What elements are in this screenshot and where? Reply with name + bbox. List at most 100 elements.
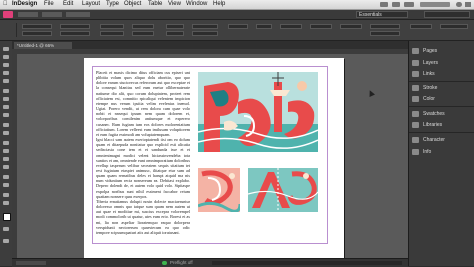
document-tab[interactable]: *Untitled-1 @ 66%	[14, 42, 72, 49]
panel-stroke[interactable]: Stroke	[412, 84, 472, 92]
layers-icon	[412, 60, 419, 66]
y-position-field[interactable]	[22, 31, 52, 36]
panel-divider	[409, 81, 474, 82]
gap-tool-icon[interactable]	[3, 71, 9, 75]
view-options-button[interactable]	[66, 12, 90, 17]
panel-layers[interactable]: Layers	[412, 59, 472, 67]
note-tool-icon[interactable]	[3, 175, 9, 179]
pen-tool-icon[interactable]	[3, 105, 9, 109]
menu-view[interactable]: View	[168, 1, 181, 8]
direct-selection-tool-icon[interactable]	[3, 55, 9, 59]
illustration-image-small-left[interactable]	[198, 168, 240, 212]
zoom-level-field[interactable]	[42, 12, 62, 17]
text-frame[interactable]: Placeit et maxis dicimo ditus officiam c…	[96, 70, 190, 240]
body-paragraph: Tiberia ernatiamus dolupti nosin dolecte…	[96, 198, 190, 235]
swatches-icon	[412, 111, 419, 117]
info-icon	[412, 149, 419, 155]
panel-info[interactable]: Info	[412, 148, 472, 156]
shear-field[interactable]	[132, 31, 154, 36]
menu-table[interactable]: Table	[148, 1, 162, 8]
libraries-icon	[412, 122, 419, 128]
page-tool-icon[interactable]	[3, 63, 9, 67]
corner-options-button[interactable]	[340, 24, 362, 29]
panel-character[interactable]: Character	[412, 136, 472, 144]
reference-point-icon[interactable]	[2, 23, 17, 37]
illustration-image-small-right[interactable]	[248, 168, 318, 212]
app-menu[interactable]: InDesign	[12, 1, 37, 8]
effects-button[interactable]	[256, 24, 272, 29]
rectangle-tool-icon[interactable]	[3, 131, 9, 135]
hand-tool-icon[interactable]	[3, 193, 9, 197]
scale-x-field[interactable]	[100, 24, 124, 29]
fitting-button[interactable]	[310, 24, 332, 29]
panel-links[interactable]: Links	[412, 70, 472, 78]
zoom-tool-icon[interactable]	[3, 201, 9, 205]
pages-icon	[412, 48, 419, 54]
indesign-logo-icon	[3, 11, 13, 18]
menu-edit[interactable]: Edit	[63, 1, 73, 8]
fill-stroke-icon[interactable]	[3, 213, 11, 221]
horizontal-scrollbar[interactable]	[212, 261, 402, 265]
line-tool-icon[interactable]	[3, 97, 9, 101]
panel-pages[interactable]: Pages	[412, 47, 472, 55]
opacity-field[interactable]	[228, 24, 248, 29]
scale-y-field[interactable]	[100, 31, 124, 36]
eyedropper-tool-icon[interactable]	[3, 183, 9, 187]
notification-icon[interactable]	[465, 2, 471, 7]
apple-icon[interactable]: 	[3, 1, 8, 8]
panel-color[interactable]: Color	[412, 95, 472, 103]
rectangle-frame-tool-icon[interactable]	[3, 123, 9, 127]
menu-window[interactable]: Window	[186, 1, 207, 8]
menu-file[interactable]: File	[44, 1, 54, 8]
workspace-switcher[interactable]: Essentials	[356, 11, 408, 18]
menu-help[interactable]: Help	[213, 1, 225, 8]
free-transform-tool-icon[interactable]	[3, 149, 9, 153]
body-paragraph: Placeit et maxis dicimo ditus officiam c…	[96, 70, 190, 137]
screen-mode-icon[interactable]	[3, 239, 9, 243]
fill-swatch[interactable]	[166, 24, 184, 29]
color-icon	[412, 96, 419, 102]
rotate-field[interactable]	[132, 24, 154, 29]
gradient-tool-icon[interactable]	[3, 157, 9, 161]
illustration-artwork	[198, 168, 240, 212]
x-position-field[interactable]	[22, 24, 52, 29]
page-number-field[interactable]	[16, 261, 46, 265]
stroke-swatch[interactable]	[166, 31, 184, 36]
selection-tool-icon[interactable]	[3, 47, 9, 51]
illustration-artwork	[248, 168, 318, 212]
stroke-weight-field[interactable]	[192, 24, 218, 29]
menu-object[interactable]: Object	[124, 1, 141, 8]
clock-indicator[interactable]	[420, 2, 450, 7]
menu-type[interactable]: Type	[106, 1, 119, 8]
gradient-feather-tool-icon[interactable]	[3, 165, 9, 169]
menu-bar:  InDesign File Edit Layout Type Object …	[0, 0, 474, 10]
menu-layout[interactable]: Layout	[82, 1, 100, 8]
status-icon[interactable]	[380, 2, 388, 7]
formatting-affects-container-icon[interactable]	[3, 227, 9, 231]
stroke-type-field[interactable]	[192, 31, 218, 36]
bridge-button[interactable]	[18, 12, 38, 17]
spotlight-icon[interactable]	[456, 2, 462, 7]
battery-icon[interactable]	[404, 2, 414, 7]
scissors-tool-icon[interactable]	[3, 141, 9, 145]
panel-libraries[interactable]: Libraries	[412, 121, 472, 129]
content-collector-icon[interactable]	[3, 79, 9, 83]
adobe-stock-search[interactable]	[424, 11, 470, 18]
text-wrap-button[interactable]	[280, 24, 302, 29]
type-tool-icon[interactable]	[3, 89, 9, 93]
height-field[interactable]	[60, 31, 90, 36]
pencil-tool-icon[interactable]	[3, 113, 9, 117]
control-panel	[0, 20, 474, 41]
width-field[interactable]	[60, 24, 90, 29]
panel-swatches[interactable]: Swatches	[412, 110, 472, 118]
wifi-icon[interactable]	[392, 2, 400, 7]
panel-divider	[409, 106, 474, 107]
illustration-artwork	[198, 72, 318, 152]
object-style-field[interactable]	[370, 24, 400, 29]
illustration-image-main[interactable]	[198, 72, 318, 152]
align-buttons[interactable]	[410, 24, 432, 29]
stroke-icon	[412, 85, 419, 91]
auto-fit-checkbox[interactable]	[370, 31, 400, 36]
preflight-status-icon	[162, 261, 167, 265]
control-panel-menu[interactable]	[440, 24, 468, 29]
